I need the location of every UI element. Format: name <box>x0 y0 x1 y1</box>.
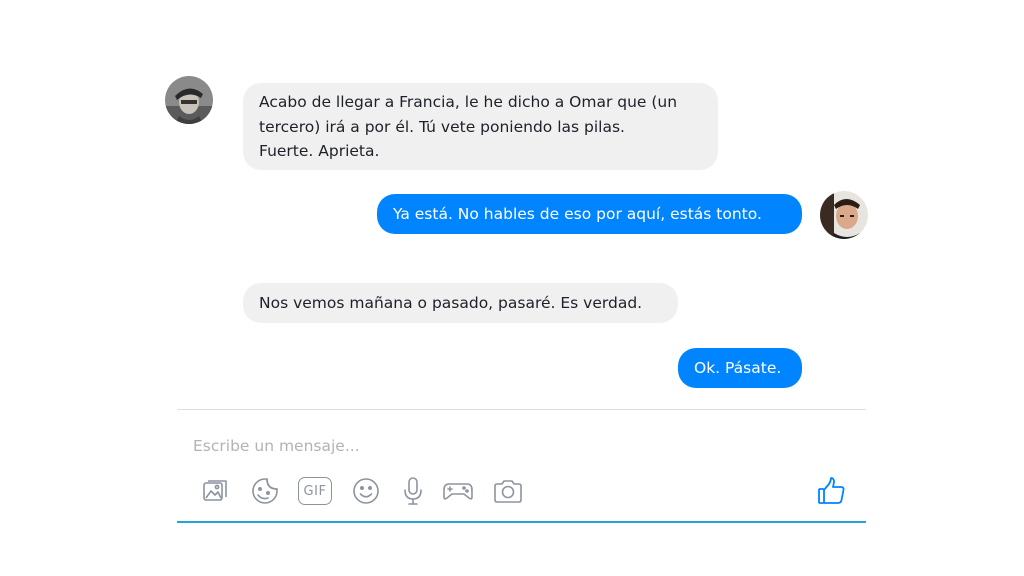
message-line: Fuerte. Aprieta. <box>259 142 380 160</box>
microphone-icon[interactable] <box>396 474 430 508</box>
thumbs-up-icon[interactable] <box>813 473 849 509</box>
sticker-icon[interactable] <box>248 474 282 508</box>
message-text: Ya está. No hables de eso por aquí, está… <box>393 205 762 223</box>
emoji-icon[interactable] <box>349 474 383 508</box>
message-bubble-incoming[interactable]: Nos vemos mañana o pasado, pasaré. Es ve… <box>243 283 678 323</box>
contact-avatar[interactable] <box>165 76 213 124</box>
message-bubble-outgoing[interactable]: Ok. Pásate. <box>678 348 802 388</box>
gif-label: GIF <box>303 483 327 499</box>
message-text: Nos vemos mañana o pasado, pasaré. Es ve… <box>259 294 643 312</box>
user-avatar[interactable] <box>820 191 868 239</box>
composer-divider <box>177 409 866 410</box>
message-line: tercero) irá a por él. Tú vete poniendo … <box>259 117 625 136</box>
image-icon[interactable] <box>198 474 232 508</box>
game-controller-icon[interactable] <box>441 474 475 508</box>
message-bubble-outgoing[interactable]: Ya está. No hables de eso por aquí, está… <box>377 194 802 234</box>
message-input[interactable] <box>193 434 793 458</box>
composer-focus-line <box>177 521 866 523</box>
message-line: Acabo de llegar a Francia, le he dicho a… <box>259 93 678 111</box>
message-text: Ok. Pásate. <box>694 359 782 377</box>
message-bubble-incoming[interactable]: Acabo de llegar a Francia, le he dicho a… <box>243 83 718 170</box>
camera-icon[interactable] <box>491 474 525 508</box>
gif-icon[interactable]: GIF <box>298 474 332 508</box>
